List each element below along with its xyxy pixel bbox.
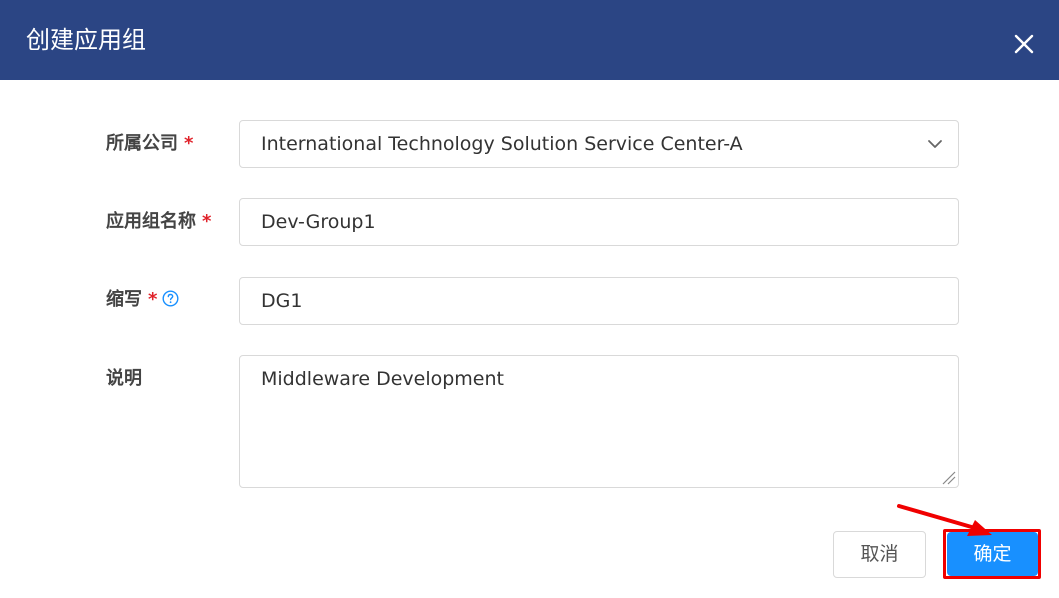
description-label-text: 说明	[106, 368, 142, 389]
company-select-value: International Technology Solution Servic…	[261, 133, 743, 155]
company-label-text: 所属公司	[106, 133, 178, 154]
close-icon	[1014, 34, 1034, 54]
dialog-title: 创建应用组	[26, 26, 146, 54]
group-name-label-text: 应用组名称	[106, 211, 196, 232]
abbreviation-label: 缩写 *	[106, 287, 157, 313]
company-select[interactable]: International Technology Solution Servic…	[239, 120, 959, 168]
company-label: 所属公司 *	[106, 131, 193, 157]
group-name-input[interactable]: Dev-Group1	[239, 198, 959, 246]
description-textarea[interactable]: Middleware Development	[239, 355, 959, 488]
description-value: Middleware Development	[261, 368, 504, 390]
description-label: 说明	[106, 366, 142, 392]
required-mark: *	[202, 211, 212, 232]
close-button[interactable]	[1008, 28, 1040, 60]
abbreviation-input[interactable]: DG1	[239, 277, 959, 325]
group-name-value: Dev-Group1	[261, 211, 376, 233]
group-name-label: 应用组名称 *	[106, 209, 211, 235]
chevron-down-icon	[928, 140, 942, 148]
abbreviation-value: DG1	[261, 290, 303, 312]
question-circle-icon[interactable]	[162, 290, 179, 307]
annotation-arrow-icon	[897, 504, 992, 536]
required-mark: *	[148, 289, 158, 310]
required-mark: *	[184, 133, 194, 154]
abbreviation-label-text: 缩写	[106, 289, 142, 310]
dialog-header: 创建应用组	[0, 0, 1059, 80]
resize-handle-icon[interactable]	[940, 469, 956, 485]
